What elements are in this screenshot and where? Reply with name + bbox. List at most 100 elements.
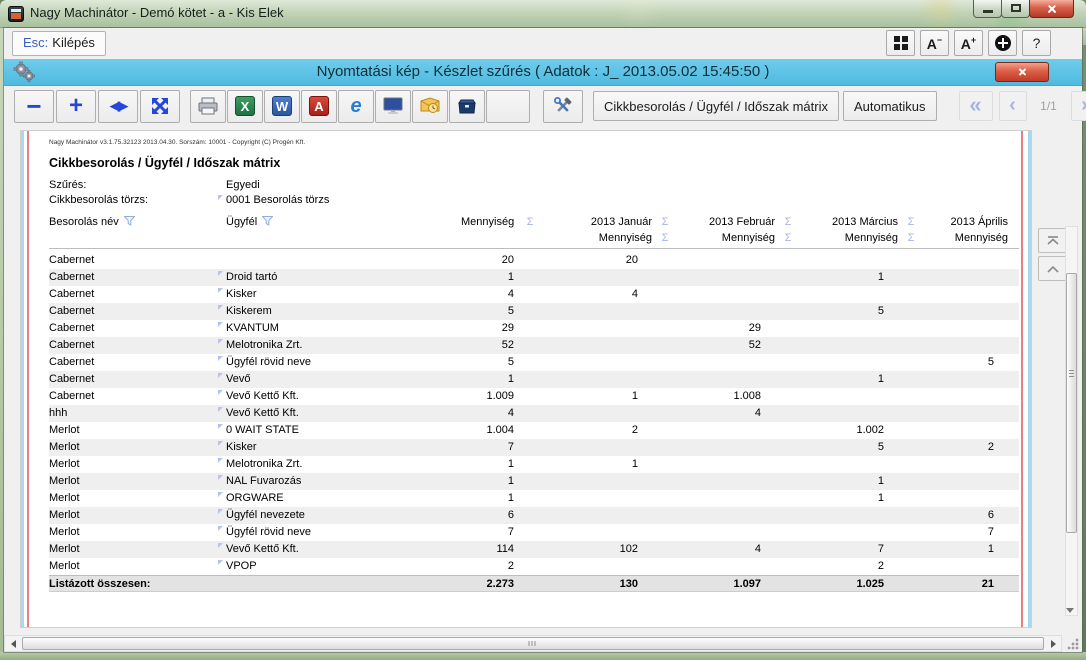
print-button[interactable]	[190, 90, 226, 123]
maximize-button[interactable]	[1001, 0, 1030, 18]
settings-button[interactable]	[543, 90, 583, 123]
font-decrease-button[interactable]: A−	[920, 30, 949, 56]
scroll-up-button[interactable]	[1038, 256, 1068, 281]
navigate-button[interactable]	[988, 30, 1017, 56]
sigma-icon[interactable]: Σ	[652, 214, 678, 231]
font-increase-button[interactable]: A+	[954, 30, 983, 56]
scroll-right-button[interactable]	[1045, 636, 1061, 651]
fit-page-button[interactable]	[140, 90, 180, 123]
report-selector-button[interactable]: Cikkbesorolás / Ügyfél / Időszak mátrix	[593, 91, 839, 121]
export-word-button[interactable]: W	[264, 90, 300, 123]
table-row[interactable]: MerlotVPOP22	[49, 558, 1019, 575]
cell-month-quantity	[801, 405, 898, 422]
sigma-icon[interactable]: Σ	[898, 214, 924, 231]
sigma-icon[interactable]: Σ	[898, 230, 924, 246]
display-button[interactable]	[375, 90, 411, 123]
close-icon	[1046, 3, 1058, 15]
sigma-icon[interactable]: Σ	[775, 214, 801, 231]
cell-month-quantity: 1	[801, 490, 898, 507]
app-icon	[8, 6, 24, 22]
sigma-icon[interactable]: Σ	[652, 230, 678, 246]
help-button[interactable]: ?	[1022, 30, 1051, 56]
table-row[interactable]: MerlotMelotronika Zrt.11	[49, 456, 1019, 473]
cell-month-quantity: 7	[924, 524, 1008, 541]
table-row[interactable]: CabernetKVANTUM2929	[49, 320, 1019, 337]
zoom-in-icon: +	[69, 95, 83, 117]
layout-grid-button[interactable]	[886, 30, 915, 56]
table-row[interactable]: CabernetVevő Kettő Kft.1.00911.008	[49, 388, 1019, 405]
scroll-top-button[interactable]	[1038, 228, 1068, 253]
master-value[interactable]: 0001 Besorolás törzs	[226, 193, 1019, 208]
table-row[interactable]: MerlotKisker752	[49, 439, 1019, 456]
filter-icon[interactable]	[124, 215, 135, 231]
sigma-icon[interactable]: Σ	[514, 214, 546, 231]
chevron-up-bar-icon	[1046, 236, 1060, 246]
zoom-out-button[interactable]: −	[14, 90, 54, 123]
cell-name: Cabernet	[49, 286, 226, 303]
table-row[interactable]: CabernetKisker44	[49, 286, 1019, 303]
filter-icon[interactable]	[262, 215, 273, 231]
export-excel-button[interactable]: X	[227, 90, 263, 123]
table-row[interactable]: hhhVevő Kettő Kft.44	[49, 405, 1019, 422]
exit-button[interactable]: Esc:Kilépés	[12, 31, 106, 56]
cell-name: Cabernet	[49, 303, 226, 320]
first-page-button[interactable]: «	[959, 91, 993, 121]
zoom-in-button[interactable]: +	[56, 90, 96, 123]
cell-name: Cabernet	[49, 320, 226, 337]
scroll-down-arrow-icon[interactable]	[1066, 608, 1074, 613]
excel-icon: X	[235, 96, 255, 116]
report-page: Nagy Machinátor v3.1.75.32123 2013.04.30…	[20, 130, 1032, 628]
minimize-button[interactable]	[973, 0, 1002, 18]
close-button[interactable]	[1029, 0, 1074, 18]
table-row[interactable]: CabernetDroid tartó11	[49, 269, 1019, 286]
window-titlebar[interactable]: Nagy Machinátor - Demó kötet - a - Kis E…	[0, 0, 1086, 28]
total-month-quantity: 1.097	[678, 576, 775, 593]
cell-customer: NAL Fuvarozás	[226, 473, 461, 490]
cell-quantity: 20	[461, 252, 514, 269]
cell-month-quantity: 5	[801, 439, 898, 456]
report-title: Cikkbesorolás / Ügyfél / Időszak mátrix	[49, 156, 1019, 170]
table-row[interactable]: MerlotVevő Kettő Kft.114102471	[49, 541, 1019, 558]
blank-button[interactable]	[486, 90, 530, 123]
archive-button[interactable]	[449, 90, 485, 123]
fit-width-button[interactable]: ◀▶	[98, 90, 138, 123]
send-email-button[interactable]	[412, 90, 448, 123]
table-row[interactable]: CabernetVevő11	[49, 371, 1019, 388]
prev-page-button[interactable]: ‹	[999, 91, 1027, 121]
table-row[interactable]: MerlotNAL Fuvarozás11	[49, 473, 1019, 490]
table-row[interactable]: CabernetÜgyfél rövid neve55	[49, 354, 1019, 371]
table-row[interactable]: MerlotÜgyfél rövid neve77	[49, 524, 1019, 541]
table-row[interactable]: Merlot0 WAIT STATE1.00421.002	[49, 422, 1019, 439]
next-page-button[interactable]: ›	[1071, 91, 1086, 121]
cell-quantity: 1	[461, 269, 514, 286]
vertical-scroll-rail	[1036, 226, 1080, 616]
cell-name: Cabernet	[49, 337, 226, 354]
horizontal-scrollbar-thumb[interactable]	[22, 637, 1044, 650]
table-row[interactable]: CabernetKiskerem55	[49, 303, 1019, 320]
chevron-up-icon	[1046, 265, 1060, 273]
preview-toolbar: − + ◀▶ X W A e	[4, 86, 1082, 126]
horizontal-scrollbar[interactable]	[4, 635, 1062, 652]
exit-label: Kilépés	[52, 35, 95, 50]
cell-quantity: 1	[461, 456, 514, 473]
table-row[interactable]: Cabernet2020	[49, 252, 1019, 269]
sigma-icon[interactable]: Σ	[775, 230, 801, 246]
scroll-left-button[interactable]	[5, 636, 21, 651]
word-icon: W	[272, 96, 292, 116]
automatic-button[interactable]: Automatikus	[843, 91, 937, 121]
cell-month-quantity: 1	[546, 388, 652, 405]
internet-explorer-icon: e	[350, 95, 361, 118]
total-label: Listázott összesen:	[49, 576, 226, 593]
table-row[interactable]: MerlotORGWARE11	[49, 490, 1019, 507]
table-row[interactable]: CabernetMelotronika Zrt.5252	[49, 337, 1019, 354]
table-row[interactable]: MerlotÜgyfél nevezete66	[49, 507, 1019, 524]
vertical-scrollbar[interactable]	[1065, 226, 1078, 616]
window-resize-grip[interactable]	[1062, 635, 1082, 652]
table-total-row: Listázott összesen:2.2731301.0971.02521	[49, 575, 1019, 592]
cell-quantity: 52	[461, 337, 514, 354]
export-pdf-button[interactable]: A	[301, 90, 337, 123]
circle-arrows-icon	[995, 35, 1011, 51]
vertical-scrollbar-thumb[interactable]	[1066, 273, 1077, 533]
dialog-close-button[interactable]	[995, 62, 1049, 82]
export-html-button[interactable]: e	[338, 90, 374, 123]
